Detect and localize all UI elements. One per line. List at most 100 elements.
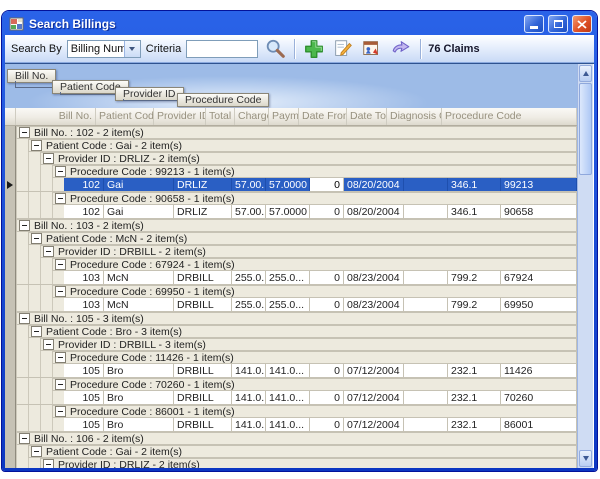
- cell-payme[interactable]: 0: [310, 418, 344, 431]
- cell-diagnosis-code[interactable]: 232.1: [448, 418, 501, 431]
- cell-patient-code[interactable]: Bro: [104, 418, 174, 431]
- cell-bill-no[interactable]: 105: [64, 364, 104, 377]
- cell-date-from[interactable]: 08/20/2004: [344, 178, 404, 191]
- group-header-provider-id-drliz-2-item-s[interactable]: Provider ID : DRLIZ - 2 item(s): [40, 152, 577, 165]
- group-header-provider-id-drbill-3-item-s[interactable]: Provider ID : DRBILL - 3 item(s): [40, 338, 577, 351]
- collapse-icon[interactable]: [55, 379, 66, 390]
- collapse-icon[interactable]: [55, 259, 66, 270]
- cell-total[interactable]: 141.0...: [232, 364, 266, 377]
- group-header-bill-no-105-3-item-s[interactable]: Bill No. : 105 - 3 item(s): [16, 312, 577, 325]
- cell-diagnosis-code[interactable]: 232.1: [448, 364, 501, 377]
- cell-date-to[interactable]: [404, 271, 448, 284]
- cell-date-to[interactable]: [404, 391, 448, 404]
- cell-procedure-code[interactable]: 67924: [501, 271, 577, 284]
- group-header-patient-code-mcn-2-item-s[interactable]: Patient Code : McN - 2 item(s): [28, 232, 577, 245]
- cell-payme[interactable]: 0: [310, 298, 344, 311]
- cell-total[interactable]: 255.0...: [232, 271, 266, 284]
- report-button[interactable]: [360, 37, 384, 61]
- scroll-up-button[interactable]: [579, 65, 592, 82]
- collapse-icon[interactable]: [31, 233, 42, 244]
- cell-charges[interactable]: 141.0...: [266, 391, 310, 404]
- cell-date-to[interactable]: [404, 298, 448, 311]
- group-header-procedure-code-67924-1-item-s[interactable]: Procedure Code : 67924 - 1 item(s): [52, 258, 577, 271]
- column-header-date-to[interactable]: Date To: [347, 108, 387, 125]
- table-row[interactable]: 103McNDRBILL255.0...255.0...008/23/20047…: [16, 298, 577, 312]
- cell-provider-id[interactable]: DRBILL: [174, 298, 232, 311]
- cell-total[interactable]: 141.0...: [232, 391, 266, 404]
- column-header-date-from[interactable]: Date From: [299, 108, 347, 125]
- group-header-bill-no-102-2-item-s[interactable]: Bill No. : 102 - 2 item(s): [16, 126, 577, 139]
- collapse-icon[interactable]: [43, 459, 54, 468]
- cell-procedure-code[interactable]: 86001: [501, 418, 577, 431]
- cell-date-to[interactable]: [404, 364, 448, 377]
- table-row[interactable]: 105BroDRBILL141.0...141.0...007/12/20042…: [16, 391, 577, 405]
- cell-patient-code[interactable]: McN: [104, 298, 174, 311]
- column-header-procedure-code[interactable]: Procedure Code: [442, 108, 577, 125]
- cell-charges[interactable]: 141.0...: [266, 364, 310, 377]
- collapse-icon[interactable]: [55, 193, 66, 204]
- cell-procedure-code[interactable]: 70260: [501, 391, 577, 404]
- add-button[interactable]: [302, 37, 326, 61]
- cell-date-from[interactable]: 08/23/2004: [344, 298, 404, 311]
- cell-payme[interactable]: 0: [310, 271, 344, 284]
- collapse-icon[interactable]: [19, 220, 30, 231]
- collapse-icon[interactable]: [55, 352, 66, 363]
- cell-provider-id[interactable]: DRLIZ: [174, 205, 232, 218]
- collapse-icon[interactable]: [55, 406, 66, 417]
- scrollbar-track[interactable]: [578, 175, 593, 449]
- cell-diagnosis-code[interactable]: 799.2: [448, 271, 501, 284]
- cell-bill-no[interactable]: 102: [64, 178, 104, 191]
- collapse-icon[interactable]: [55, 286, 66, 297]
- cell-procedure-code[interactable]: 11426: [501, 364, 577, 377]
- cell-procedure-code[interactable]: 90658: [501, 205, 577, 218]
- cell-total[interactable]: 57.00...: [232, 178, 266, 191]
- column-header-bill-no[interactable]: Bill No.: [16, 108, 96, 125]
- cell-date-from[interactable]: 07/12/2004: [344, 418, 404, 431]
- cell-diagnosis-code[interactable]: 799.2: [448, 298, 501, 311]
- cell-payme[interactable]: 0: [310, 178, 344, 191]
- cell-provider-id[interactable]: DRBILL: [174, 391, 232, 404]
- cell-patient-code[interactable]: Bro: [104, 391, 174, 404]
- cell-date-from[interactable]: 07/12/2004: [344, 364, 404, 377]
- dropdown-button[interactable]: [124, 41, 140, 57]
- group-header-provider-id-drbill-2-item-s[interactable]: Provider ID : DRBILL - 2 item(s): [40, 245, 577, 258]
- cell-payme[interactable]: 0: [310, 205, 344, 218]
- cell-provider-id[interactable]: DRBILL: [174, 364, 232, 377]
- group-header-procedure-code-86001-1-item-s[interactable]: Procedure Code : 86001 - 1 item(s): [52, 405, 577, 418]
- column-header-charges[interactable]: Charges: [235, 108, 269, 125]
- group-header-provider-id-drliz-2-item-s[interactable]: Provider ID : DRLIZ - 2 item(s): [40, 458, 577, 468]
- cell-total[interactable]: 141.0...: [232, 418, 266, 431]
- scrollbar-thumb[interactable]: [579, 83, 592, 175]
- collapse-icon[interactable]: [31, 326, 42, 337]
- group-header-procedure-code-90658-1-item-s[interactable]: Procedure Code : 90658 - 1 item(s): [52, 192, 577, 205]
- cell-date-from[interactable]: 08/23/2004: [344, 271, 404, 284]
- cell-date-from[interactable]: 07/12/2004: [344, 391, 404, 404]
- search-button[interactable]: [263, 37, 287, 61]
- collapse-icon[interactable]: [19, 433, 30, 444]
- cell-provider-id[interactable]: DRBILL: [174, 418, 232, 431]
- title-bar[interactable]: Search Billings: [5, 11, 594, 35]
- group-header-patient-code-gai-2-item-s[interactable]: Patient Code : Gai - 2 item(s): [28, 445, 577, 458]
- cell-patient-code[interactable]: Gai: [104, 205, 174, 218]
- maximize-button[interactable]: [548, 15, 568, 33]
- collapse-icon[interactable]: [43, 246, 54, 257]
- table-row[interactable]: 102GaiDRLIZ57.00...57.0000008/20/2004346…: [16, 178, 577, 192]
- collapse-icon[interactable]: [43, 339, 54, 350]
- minimize-button[interactable]: [524, 15, 544, 33]
- group-header-bill-no-106-2-item-s[interactable]: Bill No. : 106 - 2 item(s): [16, 432, 577, 445]
- post-button[interactable]: [389, 37, 413, 61]
- cell-provider-id[interactable]: DRBILL: [174, 271, 232, 284]
- collapse-icon[interactable]: [55, 166, 66, 177]
- group-header-bill-no-103-2-item-s[interactable]: Bill No. : 103 - 2 item(s): [16, 219, 577, 232]
- cell-patient-code[interactable]: Bro: [104, 364, 174, 377]
- group-header-patient-code-bro-3-item-s[interactable]: Patient Code : Bro - 3 item(s): [28, 325, 577, 338]
- cell-procedure-code[interactable]: 99213: [501, 178, 577, 191]
- table-row[interactable]: 105BroDRBILL141.0...141.0...007/12/20042…: [16, 364, 577, 378]
- cell-date-from[interactable]: 08/20/2004: [344, 205, 404, 218]
- cell-payme[interactable]: 0: [310, 391, 344, 404]
- cell-bill-no[interactable]: 103: [64, 271, 104, 284]
- group-by-box-procedure-code[interactable]: Procedure Code: [177, 93, 269, 107]
- cell-patient-code[interactable]: Gai: [104, 178, 174, 191]
- cell-date-to[interactable]: [404, 178, 448, 191]
- collapse-icon[interactable]: [31, 140, 42, 151]
